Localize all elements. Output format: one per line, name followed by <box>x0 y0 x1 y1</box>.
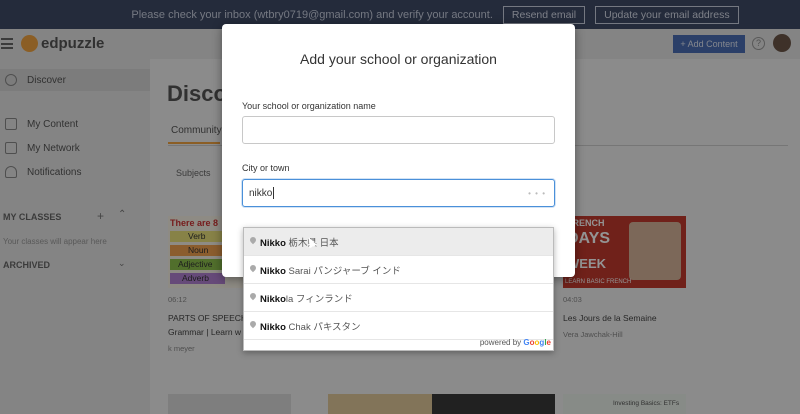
map-pin-icon <box>248 235 258 245</box>
city-input[interactable]: nikko • • • <box>242 179 555 207</box>
powered-by-text: powered by <box>479 338 522 347</box>
city-suggestions-dropdown: Nikko 栃木県 日本 Nikko Sarai パンジャーブ インド Nikk… <box>243 227 554 351</box>
city-label: City or town <box>242 163 290 173</box>
suggestion-rest: la フィンランド <box>285 293 353 305</box>
map-pin-icon <box>248 263 258 273</box>
suggestion-match: Nikko <box>260 293 286 305</box>
suggestion-item[interactable]: Nikko Sarai パンジャーブ インド <box>244 256 553 284</box>
map-pin-icon <box>248 291 258 301</box>
autofill-dots-icon: • • • <box>528 189 546 198</box>
map-pin-icon <box>248 319 258 329</box>
city-input-value: nikko <box>249 187 273 199</box>
suggestion-match: Nikko <box>260 321 286 333</box>
suggestion-rest: Chak パキスタン <box>285 321 361 333</box>
suggestion-match: Nikko <box>260 237 286 249</box>
suggestion-rest: Sarai パンジャーブ インド <box>285 265 401 277</box>
google-logo: Google <box>523 338 551 347</box>
text-caret <box>273 187 275 199</box>
suggestion-item[interactable]: Nikko 栃木県 日本 <box>244 228 553 256</box>
school-name-label: Your school or organization name <box>242 101 376 111</box>
suggestion-match: Nikko <box>260 265 286 277</box>
suggestion-item[interactable]: Nikko Chak パキスタン <box>244 312 553 340</box>
powered-by-google: powered by Google <box>480 338 551 347</box>
modal-title: Add your school or organization <box>300 51 497 67</box>
school-name-input[interactable] <box>242 116 555 144</box>
suggestion-item[interactable]: Nikkola フィンランド <box>244 284 553 312</box>
